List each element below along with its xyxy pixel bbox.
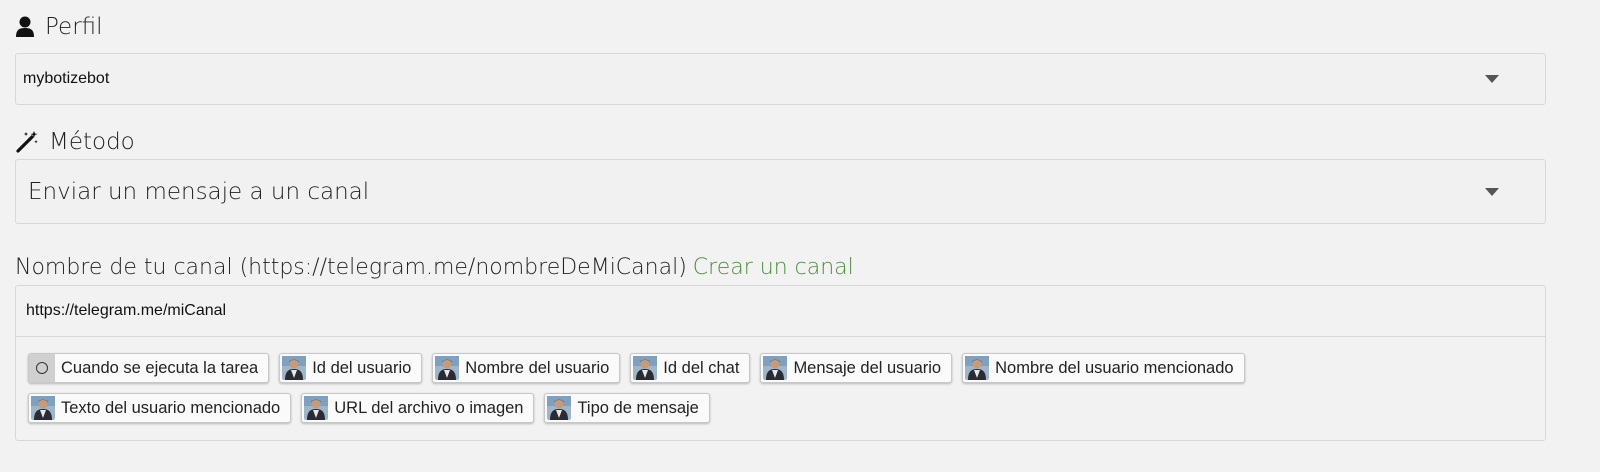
variable-tag[interactable]: Tipo de mensaje [544, 393, 710, 423]
metodo-label-text: Método [49, 129, 135, 155]
variable-tag[interactable]: Mensaje del usuario [760, 353, 953, 383]
user-icon [15, 16, 35, 38]
metodo-label: Método [15, 129, 135, 155]
chevron-down-icon[interactable] [1485, 187, 1499, 196]
variable-tag-label: Nombre del usuario mencionado [995, 358, 1234, 377]
avatar-icon [31, 396, 55, 420]
avatar-icon [282, 356, 307, 380]
avatar-icon [633, 356, 658, 380]
variable-tag-label: Nombre del usuario [465, 358, 610, 377]
avatar-icon [965, 356, 990, 380]
variable-tag[interactable]: Nombre del usuario mencionado [962, 353, 1245, 383]
variable-tag[interactable]: URL del archivo o imagen [301, 393, 535, 423]
avatar-icon [763, 356, 788, 380]
perfil-label: Perfil [15, 14, 103, 40]
variable-tag-label: Texto del usuario mencionado [61, 398, 281, 417]
avatar-icon [547, 396, 572, 420]
variable-tag[interactable]: Id del chat [630, 353, 751, 383]
variable-tag-label: Mensaje del usuario [793, 358, 942, 377]
canal-field-box: https://telegram.me/miCanal Cuando se ej… [15, 285, 1546, 441]
canal-label-text: Nombre de tu canal (https://telegram.me/… [15, 255, 687, 280]
perfil-selected-value: mybotizebot [23, 70, 110, 87]
variable-tag-label: Id del usuario [312, 358, 412, 377]
metodo-select[interactable]: Enviar un mensaje a un canal [15, 159, 1546, 224]
canal-label: Nombre de tu canal (https://telegram.me/… [15, 255, 854, 280]
crear-canal-link[interactable]: Crear un canal [693, 255, 854, 280]
magic-wand-icon [15, 130, 39, 154]
circle-icon [29, 354, 55, 382]
variable-tag[interactable]: Nombre del usuario [432, 353, 621, 383]
perfil-select[interactable]: mybotizebot [15, 53, 1546, 105]
canal-input[interactable]: https://telegram.me/miCanal [16, 286, 1545, 337]
variable-tag-label: Tipo de mensaje [577, 398, 699, 417]
canal-input-value: https://telegram.me/miCanal [26, 302, 227, 319]
variable-tag[interactable]: Texto del usuario mencionado [28, 393, 292, 423]
variable-tags: Cuando se ejecuta la tarea Id del usuario… [16, 337, 1360, 423]
avatar-icon [435, 356, 460, 380]
variable-tag-label: URL del archivo o imagen [334, 398, 524, 417]
chevron-down-icon[interactable] [1485, 75, 1499, 83]
variable-tag[interactable]: Id del usuario [279, 353, 423, 383]
avatar-icon [304, 396, 329, 420]
variable-tag[interactable]: Cuando se ejecuta la tarea [28, 353, 270, 383]
variable-tag-label: Id del chat [663, 358, 740, 377]
perfil-label-text: Perfil [45, 14, 103, 40]
variable-tag-label: Cuando se ejecuta la tarea [61, 358, 259, 377]
metodo-selected-value: Enviar un mensaje a un canal [28, 178, 370, 205]
